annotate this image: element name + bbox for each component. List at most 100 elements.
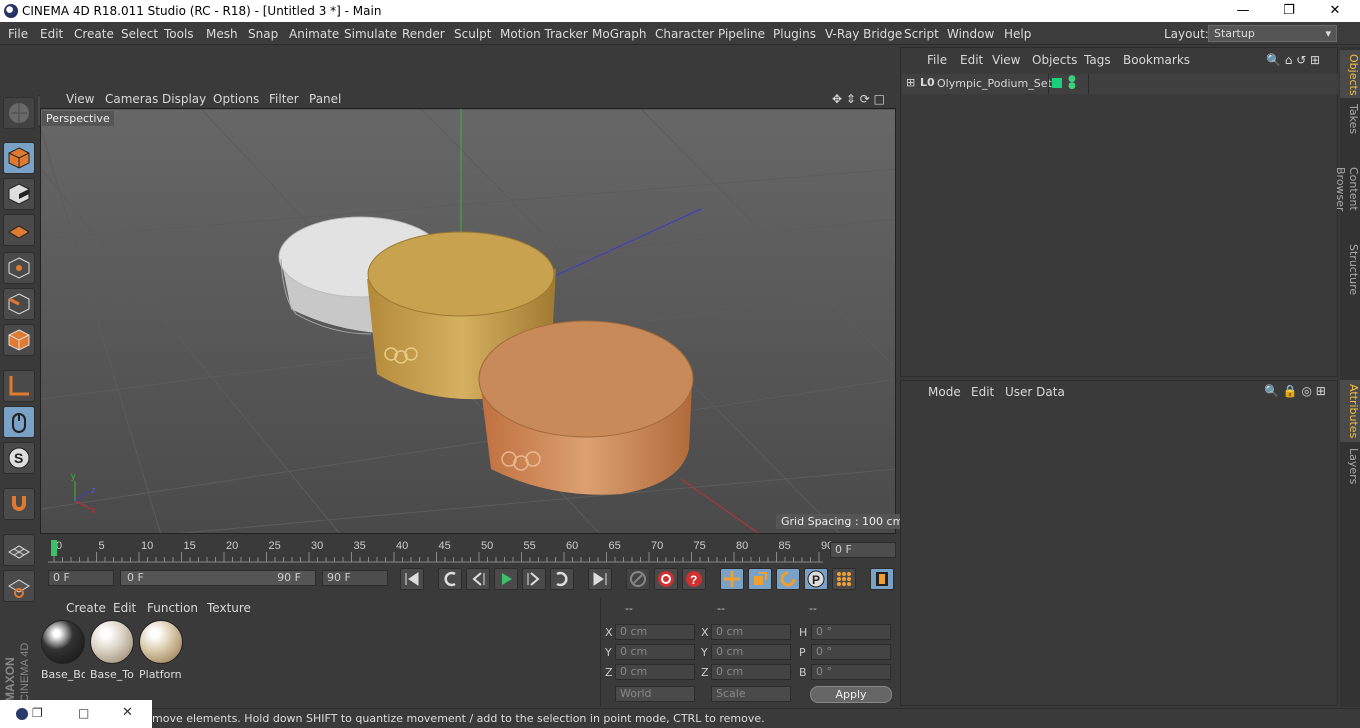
go-to-start-button[interactable] bbox=[400, 568, 424, 590]
tab-takes[interactable]: Takes bbox=[1340, 100, 1360, 138]
key-point-level-button[interactable] bbox=[832, 568, 856, 590]
solo-button[interactable]: S bbox=[3, 442, 35, 474]
rotation-h-field[interactable]: 0 ° bbox=[811, 624, 891, 640]
vp-menu-view[interactable]: View bbox=[66, 92, 94, 106]
tweak-mode-button[interactable] bbox=[3, 406, 35, 438]
mat-menu-edit[interactable]: Edit bbox=[113, 601, 136, 615]
timeline-ruler[interactable]: 0 5 10 15 20 25 30 35 40 45 50 55 60 65 70 75 80 85 90 0 F bbox=[40, 536, 900, 566]
close-icon[interactable]: ✕ bbox=[122, 705, 133, 720]
points-mode-button[interactable] bbox=[3, 252, 35, 284]
menu-create[interactable]: Create bbox=[74, 27, 114, 41]
frame-range-slider[interactable]: 0 F 90 F bbox=[120, 570, 316, 586]
restore-icon[interactable]: ❐ bbox=[32, 706, 43, 720]
attr-menu-user-data[interactable]: User Data bbox=[1005, 385, 1065, 399]
tab-attributes[interactable]: Attributes bbox=[1340, 380, 1360, 442]
close-icon[interactable]: ✕ bbox=[1312, 0, 1358, 22]
bronze-podium[interactable] bbox=[478, 320, 694, 495]
menu-edit[interactable]: Edit bbox=[40, 27, 63, 41]
tab-layers[interactable]: Layers bbox=[1340, 444, 1360, 486]
tab-structure[interactable]: Structure bbox=[1340, 240, 1360, 298]
polygons-mode-button[interactable] bbox=[3, 324, 35, 356]
size-mode-select[interactable]: Scale bbox=[711, 686, 791, 702]
perspective-viewport[interactable]: y z x bbox=[40, 108, 896, 534]
obj-menu-edit[interactable]: Edit bbox=[960, 53, 983, 67]
layer-color-icon[interactable] bbox=[1052, 78, 1062, 88]
restore-icon[interactable]: ❐ bbox=[1266, 0, 1312, 22]
auto-keying-button[interactable] bbox=[654, 568, 678, 590]
next-frame-button[interactable] bbox=[522, 568, 546, 590]
rotation-p-field[interactable]: 0 ° bbox=[811, 644, 891, 660]
key-parameter-button[interactable]: P bbox=[804, 568, 828, 590]
layout-select[interactable]: Startup ▾ bbox=[1208, 25, 1337, 42]
coordinate-space-select[interactable]: World bbox=[615, 686, 695, 702]
attr-menu-mode[interactable]: Mode bbox=[928, 385, 961, 399]
material-swatch[interactable]: Base_To bbox=[90, 620, 134, 681]
key-position-button[interactable] bbox=[720, 568, 744, 590]
minimize-icon[interactable]: — bbox=[1220, 0, 1266, 22]
attr-manager-tools-icons[interactable]: 🔍 🔒 ◎ ⊞ bbox=[1264, 384, 1326, 398]
menu-simulate[interactable]: Simulate bbox=[344, 27, 397, 41]
menu-select[interactable]: Select bbox=[121, 27, 158, 41]
size-z-field[interactable]: 0 cm bbox=[711, 664, 791, 680]
menu-help[interactable]: Help bbox=[1004, 27, 1031, 41]
workplane-mode-button[interactable] bbox=[3, 214, 35, 246]
menu-animate[interactable]: Animate bbox=[289, 27, 339, 41]
key-scale-button[interactable] bbox=[748, 568, 772, 590]
size-y-field[interactable]: 0 cm bbox=[711, 644, 791, 660]
position-x-field[interactable]: 0 cm bbox=[615, 624, 695, 640]
menu-mesh[interactable]: Mesh bbox=[206, 27, 238, 41]
workplane-lock-button[interactable] bbox=[3, 534, 35, 566]
play-button[interactable] bbox=[494, 568, 518, 590]
material-swatch[interactable]: Platforn bbox=[139, 620, 183, 681]
enable-axis-button[interactable] bbox=[3, 370, 35, 402]
workplane-align-button[interactable] bbox=[3, 570, 35, 602]
menu-file[interactable]: File bbox=[8, 27, 28, 41]
obj-menu-file[interactable]: File bbox=[927, 53, 947, 67]
go-to-end-button[interactable] bbox=[588, 568, 612, 590]
obj-menu-bookmarks[interactable]: Bookmarks bbox=[1123, 53, 1190, 67]
next-key-button[interactable] bbox=[550, 568, 574, 590]
make-editable-button[interactable] bbox=[3, 97, 35, 129]
obj-menu-tags[interactable]: Tags bbox=[1084, 53, 1111, 67]
obj-menu-objects[interactable]: Objects bbox=[1032, 53, 1077, 67]
viewport-camera-label[interactable]: Perspective bbox=[42, 111, 114, 126]
keyframe-selection-button[interactable]: ? bbox=[682, 568, 706, 590]
mat-menu-function[interactable]: Function bbox=[147, 601, 198, 615]
menu-vray-bridge[interactable]: V-Ray Bridge bbox=[825, 27, 902, 41]
rotation-b-field[interactable]: 0 ° bbox=[811, 664, 891, 680]
obj-manager-tools-icons[interactable]: 🔍 ⌂ ↺ ⊞ bbox=[1266, 53, 1320, 67]
previous-key-button[interactable] bbox=[438, 568, 462, 590]
attr-menu-edit[interactable]: Edit bbox=[971, 385, 994, 399]
previous-frame-button[interactable] bbox=[466, 568, 490, 590]
timeline-window-button[interactable] bbox=[870, 568, 894, 590]
end-frame-field[interactable]: 90 F bbox=[322, 570, 388, 586]
position-y-field[interactable]: 0 cm bbox=[615, 644, 695, 660]
vp-menu-display[interactable]: Display bbox=[162, 92, 206, 106]
obj-menu-view[interactable]: View bbox=[992, 53, 1020, 67]
visibility-dots-icon[interactable]: ● ● bbox=[1068, 75, 1076, 91]
menu-character[interactable]: Character bbox=[655, 27, 714, 41]
vp-menu-cameras[interactable]: Cameras bbox=[105, 92, 158, 106]
apply-button[interactable]: Apply bbox=[810, 686, 892, 703]
expand-icon[interactable]: ⊞ bbox=[906, 76, 915, 89]
edges-mode-button[interactable] bbox=[3, 288, 35, 320]
vp-menu-options[interactable]: Options bbox=[213, 92, 259, 106]
snap-magnet-button[interactable] bbox=[3, 488, 35, 520]
current-frame-field[interactable]: 0 F bbox=[830, 542, 896, 558]
maximize-icon[interactable]: □ bbox=[78, 706, 89, 720]
playhead-marker[interactable] bbox=[51, 540, 57, 556]
mat-menu-create[interactable]: Create bbox=[66, 601, 106, 615]
viewport-nav-icons[interactable]: ✥ ⇕ ⟳ □ bbox=[832, 92, 885, 106]
vp-menu-filter[interactable]: Filter bbox=[269, 92, 299, 106]
key-rotation-button[interactable] bbox=[776, 568, 800, 590]
menu-snap[interactable]: Snap bbox=[248, 27, 278, 41]
texture-mode-button[interactable] bbox=[3, 178, 35, 210]
menu-tools[interactable]: Tools bbox=[164, 27, 194, 41]
menu-plugins[interactable]: Plugins bbox=[773, 27, 816, 41]
model-mode-button[interactable] bbox=[3, 142, 35, 174]
record-key-button[interactable] bbox=[626, 568, 650, 590]
menu-motion-tracker[interactable]: Motion Tracker bbox=[500, 27, 588, 41]
menu-script[interactable]: Script bbox=[904, 27, 939, 41]
position-z-field[interactable]: 0 cm bbox=[615, 664, 695, 680]
size-x-field[interactable]: 0 cm bbox=[711, 624, 791, 640]
